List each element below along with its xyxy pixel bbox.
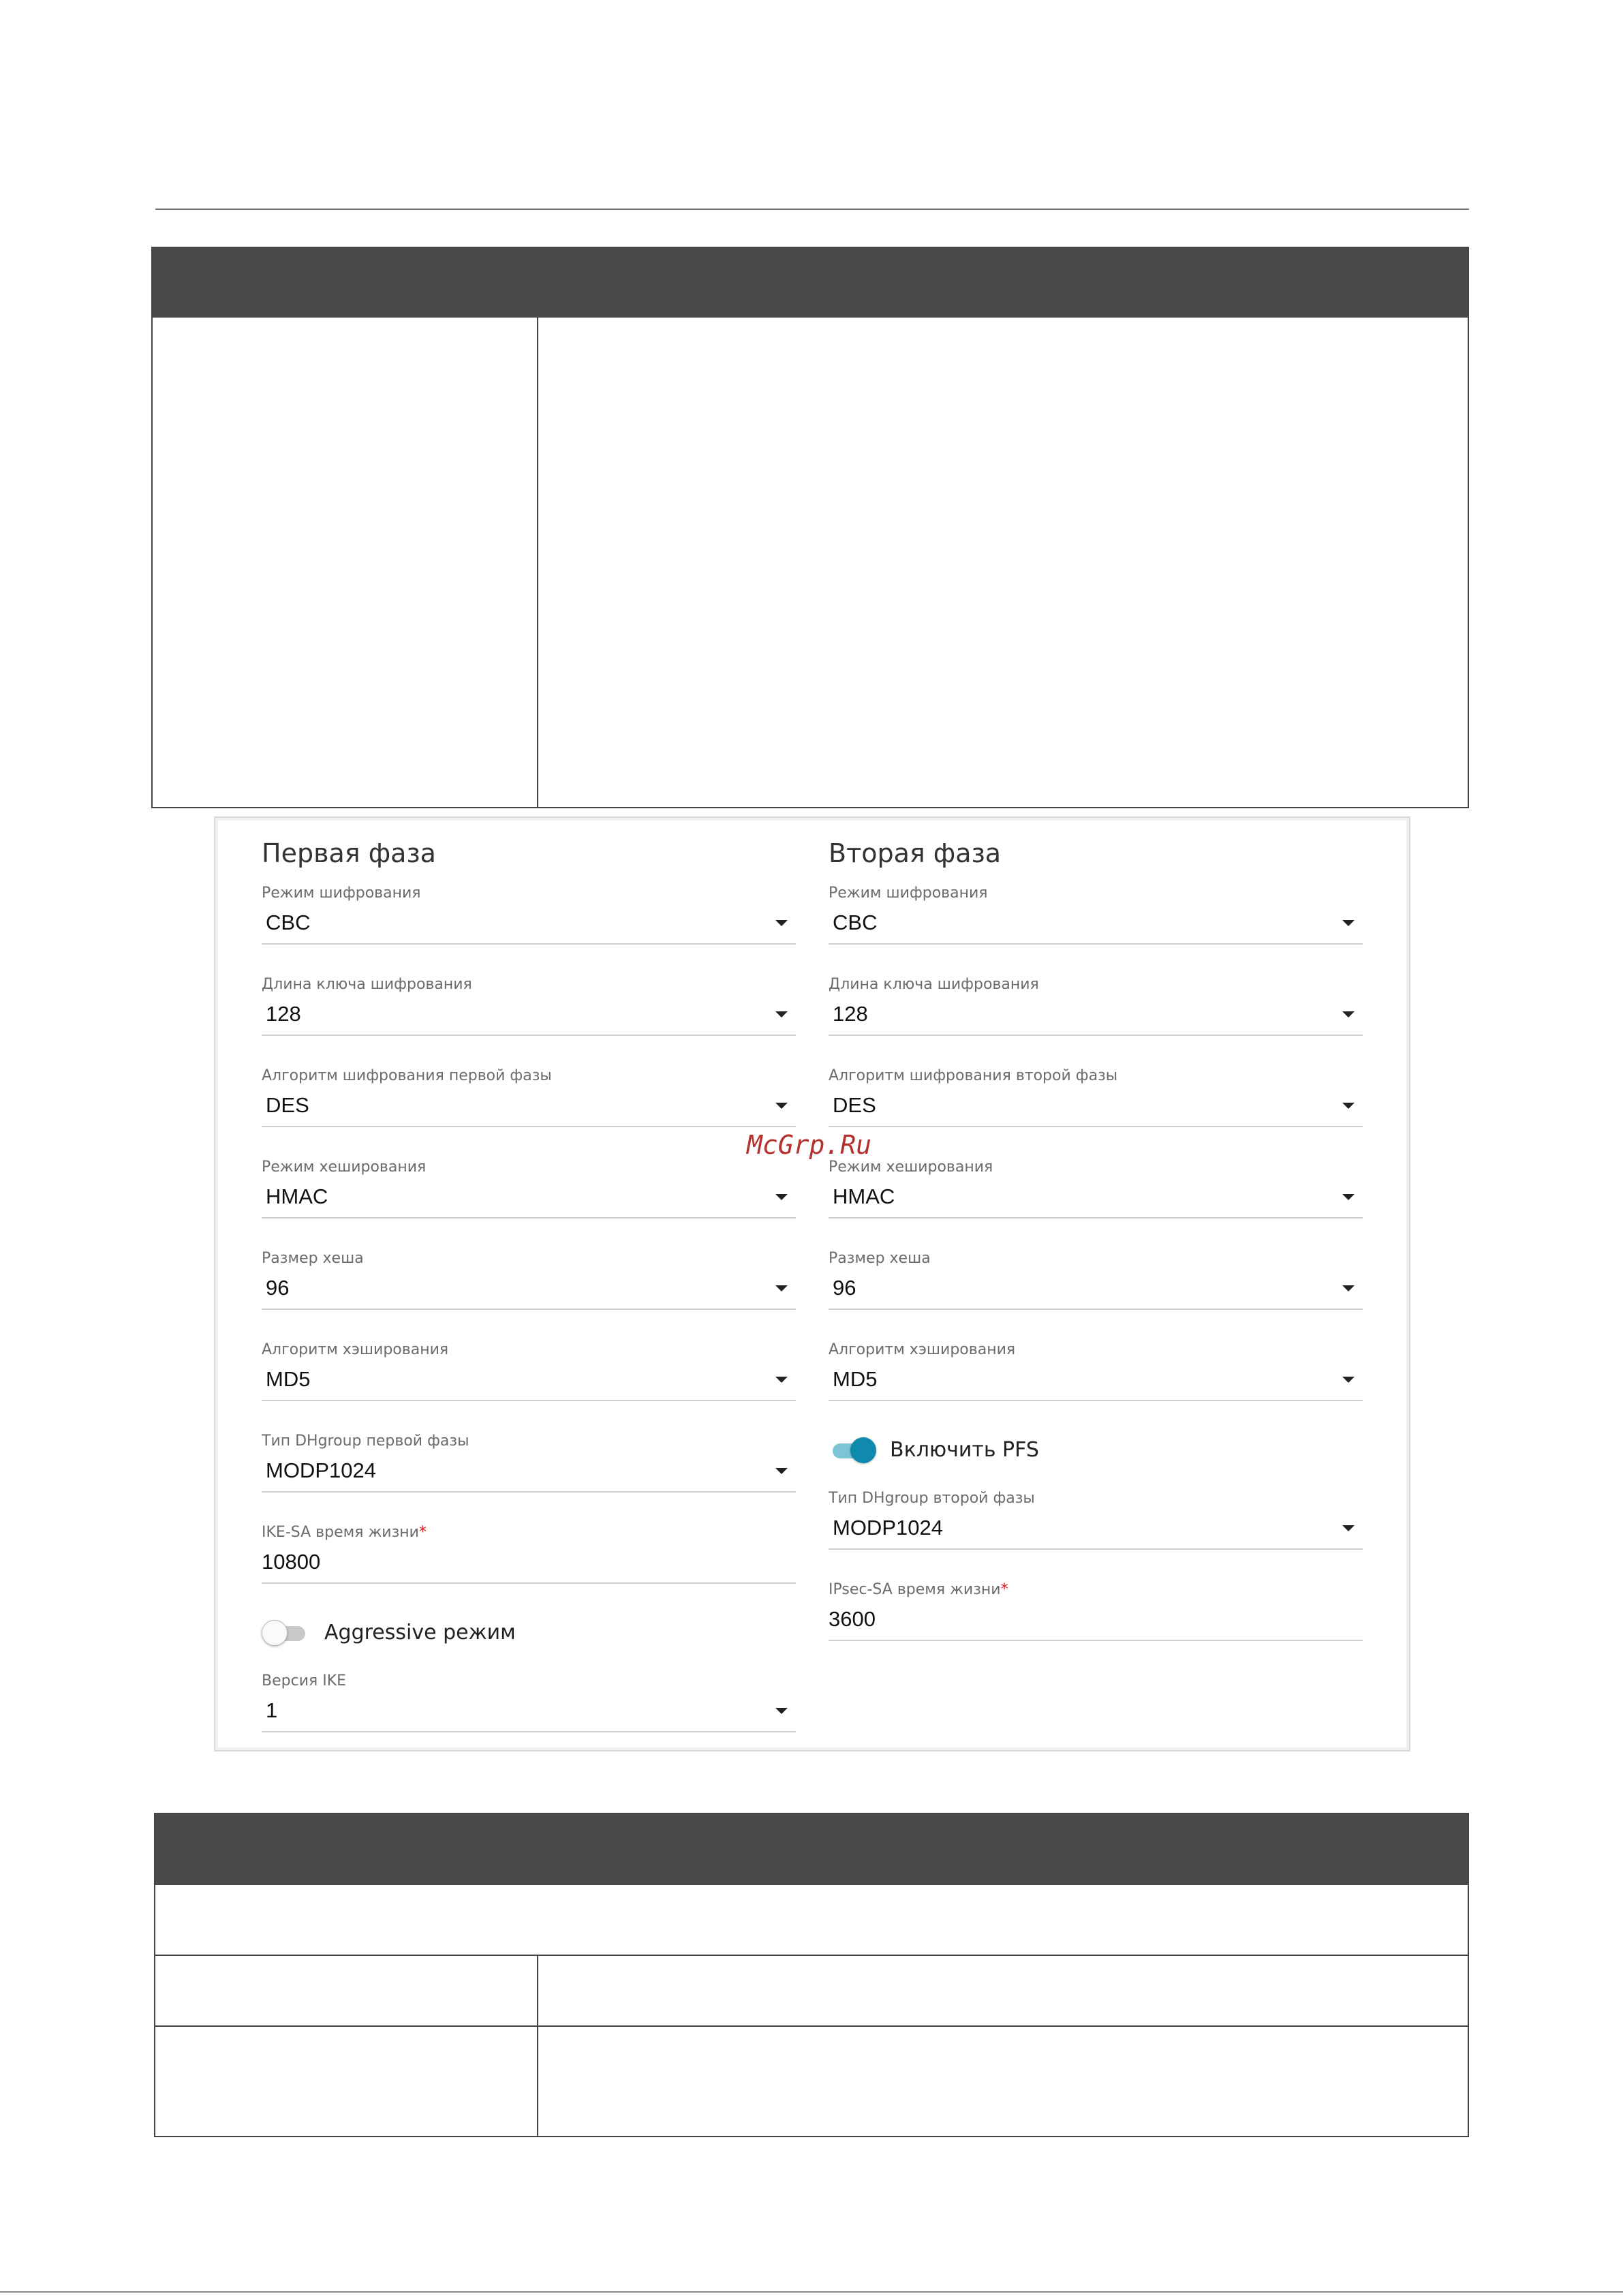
table-header-bar [153,248,1468,318]
watermark: McGrp.Ru [747,1130,872,1160]
field-label: Алгоритм хэширования [262,1341,449,1358]
phase2-hash-algorithm-select[interactable]: Алгоритм хэширования MD5 [829,1341,1363,1409]
chevron-down-icon [775,1285,788,1291]
field-value: 10800 [262,1550,321,1574]
field-label: Режим хеширования [829,1159,993,1176]
field-label: Алгоритм хэширования [829,1341,1016,1358]
chevron-down-icon [775,1103,788,1109]
ike-version-select[interactable]: Версия IKE 1 [262,1672,796,1741]
phase2-hash-size-select[interactable]: Размер хеша 96 [829,1250,1363,1318]
required-marker: * [1000,1581,1008,1598]
field-value: MD5 [266,1367,311,1391]
field-label: IKE-SA время жизни* [262,1524,427,1541]
phase1-dhgroup-select[interactable]: Тип DHgroup первой фазы MODP1024 [262,1433,796,1501]
field-value: MODP1024 [833,1516,943,1540]
field-value: 128 [833,1002,868,1026]
chevron-down-icon [1342,1377,1355,1383]
pfs-label: Включить PFS [890,1438,1039,1462]
phase2-encryption-algorithm-select[interactable]: Алгоритм шифрования второй фазы DES [829,1067,1363,1135]
field-label: Тип DHgroup первой фазы [262,1433,469,1450]
chevron-down-icon [775,920,788,926]
table-row-divider [155,1955,1468,1956]
required-marker: * [418,1524,427,1541]
field-value: 128 [266,1002,301,1026]
field-label: Алгоритм шифрования первой фазы [262,1067,552,1084]
field-value: 96 [833,1276,856,1300]
field-value: MD5 [833,1367,878,1391]
table-column-divider [537,318,538,807]
ipsec-settings-panel: Первая фаза Режим шифрования CBC Длина к… [214,816,1410,1751]
field-value: 96 [266,1276,290,1300]
field-label: Размер хеша [829,1250,931,1267]
pfs-toggle[interactable] [829,1435,876,1466]
field-label: Длина ключа шифрования [829,976,1039,993]
table-header-bar [155,1814,1468,1885]
field-label: Режим хеширования [262,1159,427,1176]
field-label: Режим шифрования [829,885,988,902]
field-value: CBC [266,910,311,934]
phase2-encryption-mode-select[interactable]: Режим шифрования CBC [829,885,1363,953]
phase1-hash-size-select[interactable]: Размер хеша 96 [262,1250,796,1318]
chevron-down-icon [1342,1194,1355,1200]
chevron-down-icon [775,1011,788,1017]
field-value: HMAC [833,1184,895,1208]
field-label: Алгоритм шифрования второй фазы [829,1067,1118,1084]
phase2-hash-mode-select[interactable]: Режим хеширования HMAC [829,1159,1363,1227]
phase2-dhgroup-select[interactable]: Тип DHgroup второй фазы MODP1024 [829,1490,1363,1558]
field-value: DES [266,1093,309,1117]
ike-sa-lifetime-input[interactable]: IKE-SA время жизни* 10800 [262,1524,796,1592]
field-value: 1 [266,1698,278,1722]
chevron-down-icon [1342,1285,1355,1291]
ipsec-sa-lifetime-input[interactable]: IPsec-SA время жизни* 3600 [829,1581,1363,1649]
phase1-hash-mode-select[interactable]: Режим хеширования HMAC [262,1159,796,1227]
phase1-hash-algorithm-select[interactable]: Алгоритм хэширования MD5 [262,1341,796,1409]
phase2-title: Вторая фаза [829,838,1002,868]
field-label: Тип DHgroup второй фазы [829,1490,1035,1507]
phase1-title: Первая фаза [262,838,436,868]
chevron-down-icon [775,1377,788,1383]
phase2-key-length-select[interactable]: Длина ключа шифрования 128 [829,976,1363,1044]
phase1-encryption-mode-select[interactable]: Режим шифрования CBC [262,885,796,953]
field-value: DES [833,1093,876,1117]
phase1-encryption-algorithm-select[interactable]: Алгоритм шифрования первой фазы DES [262,1067,796,1135]
field-label: Длина ключа шифрования [262,976,472,993]
chevron-down-icon [1342,1011,1355,1017]
field-label: Режим шифрования [262,885,421,902]
chevron-down-icon [775,1708,788,1714]
aggressive-mode-label: Aggressive режим [324,1621,516,1644]
chevron-down-icon [775,1468,788,1474]
aggressive-mode-toggle[interactable] [262,1617,309,1649]
field-label: Размер хеша [262,1250,364,1267]
field-label: IPsec-SA время жизни* [829,1581,1008,1598]
chevron-down-icon [1342,1103,1355,1109]
page-bottom-rule [0,2291,1623,2293]
chevron-down-icon [1342,920,1355,926]
parameter-table-top [151,247,1469,808]
field-value: 3600 [829,1607,876,1631]
table-row-divider [155,2025,1468,2027]
phase1-key-length-select[interactable]: Длина ключа шифрования 128 [262,976,796,1044]
top-rule [155,209,1469,210]
field-value: HMAC [266,1184,328,1208]
chevron-down-icon [775,1194,788,1200]
field-value: CBC [833,910,878,934]
table-column-divider [537,1955,538,2136]
field-label: Версия IKE [262,1672,347,1689]
field-value: MODP1024 [266,1458,376,1482]
chevron-down-icon [1342,1525,1355,1531]
